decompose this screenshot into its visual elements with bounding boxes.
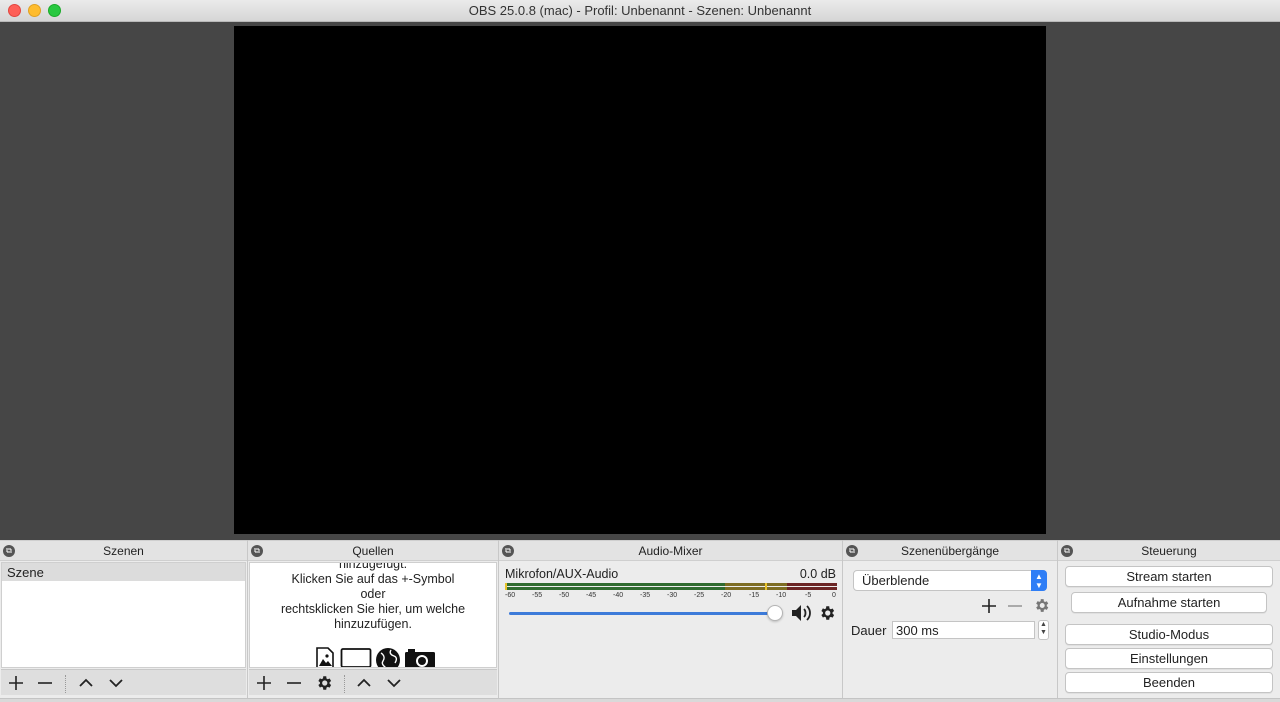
plus-icon (9, 676, 23, 690)
audio-channel-name: Mikrofon/AUX-Audio (505, 567, 619, 581)
add-source-button[interactable] (253, 673, 275, 695)
source-type-icons (310, 647, 440, 667)
gear-icon (1035, 599, 1048, 612)
image-source-icon (316, 647, 334, 667)
meter-tick-label: -15 (749, 592, 760, 599)
sources-dock-header: ⧉ Quellen (248, 540, 498, 561)
meter-tick-label: -20 (721, 592, 732, 599)
sources-dock: ⧉ Quellen hinzugefügt. Klicken Sie auf d… (248, 540, 499, 698)
title-bar: OBS 25.0.8 (mac) - Profil: Unbenannt - S… (0, 0, 1280, 22)
scene-transitions-dock-title: Szenenübergänge (900, 544, 1000, 558)
preview-area[interactable] (0, 22, 1280, 540)
hint-line: Klicken Sie auf das +-Symbol (291, 572, 455, 586)
scene-list-item[interactable]: Szene (2, 563, 245, 581)
meter-tick-label: -60 (505, 592, 516, 599)
meter-tick-label: -30 (667, 592, 678, 599)
transition-select[interactable]: Überblende ▲ ▼ (853, 570, 1047, 591)
audio-mixer-dock-title: Audio-Mixer (638, 544, 703, 558)
move-scene-down-button[interactable] (105, 673, 127, 695)
sources-list[interactable]: hinzugefügt. Klicken Sie auf das +-Symbo… (249, 562, 497, 668)
camera-source-icon (405, 649, 435, 667)
audio-channel-level: 0.0 dB (799, 567, 836, 581)
remove-source-button[interactable] (283, 673, 305, 695)
scenes-dock-title: Szenen (103, 544, 144, 558)
volume-slider-thumb[interactable] (767, 605, 783, 621)
browser-source-icon (376, 648, 400, 667)
meter-tick-label: -45 (586, 592, 597, 599)
exit-button[interactable]: Beenden (1065, 672, 1273, 693)
scenes-dock-header: ⧉ Szenen (0, 540, 247, 561)
remove-scene-button[interactable] (34, 673, 56, 695)
sources-empty-hint: hinzugefügt. Klicken Sie auf das +-Symbo… (250, 562, 496, 632)
duration-label: Dauer (851, 623, 887, 638)
chevron-up-icon (79, 678, 93, 687)
volume-meter-scale: -60 -55 -50 -45 -40 -35 -30 -25 -20 -15 … (505, 592, 837, 602)
speaker-icon[interactable] (790, 603, 814, 623)
start-streaming-button[interactable]: Stream starten (1065, 566, 1273, 587)
scene-transitions-dock-header: ⧉ Szenenübergänge (843, 540, 1057, 561)
duration-input[interactable]: 300 ms (892, 621, 1035, 639)
preview-canvas[interactable] (234, 26, 1046, 534)
hint-line: hinzugefügt. (338, 562, 408, 571)
add-transition-button[interactable] (979, 597, 999, 620)
meter-tick-label: -25 (694, 592, 705, 599)
scenes-toolbar (1, 669, 246, 695)
select-arrows-icon: ▲ ▼ (1031, 570, 1047, 591)
sources-dock-title: Quellen (352, 544, 394, 558)
toolbar-separator (65, 675, 66, 693)
controls-dock-header: ⧉ Steuerung (1058, 540, 1280, 561)
chevron-up-icon (357, 678, 371, 687)
minus-icon (287, 682, 301, 684)
scenes-list[interactable]: Szene (1, 562, 246, 668)
scene-transitions-dock: ⧉ Szenenübergänge Überblende ▲ ▼ Dauer 30… (843, 540, 1058, 698)
plus-icon (982, 599, 996, 613)
audio-mixer-dock: ⧉ Audio-Mixer Mikrofon/AUX-Audio 0.0 dB … (499, 540, 843, 698)
meter-tick-label: -10 (776, 592, 787, 599)
plus-icon (257, 676, 271, 690)
meter-tick-label: 0 (832, 592, 836, 599)
display-capture-icon (340, 648, 372, 667)
transition-properties-button[interactable] (1031, 597, 1051, 620)
meter-tick-label: -5 (805, 592, 812, 599)
hint-line: oder (360, 587, 386, 601)
window-title: OBS 25.0.8 (mac) - Profil: Unbenannt - S… (468, 3, 812, 18)
gear-icon (318, 676, 332, 690)
meter-tick-label: -55 (532, 592, 543, 599)
meter-tick-label: -35 (640, 592, 651, 599)
remove-transition-button[interactable] (1005, 597, 1025, 620)
add-scene-button[interactable] (5, 673, 27, 695)
duration-stepper[interactable]: ▲ ▼ (1038, 620, 1049, 640)
sources-toolbar (249, 669, 497, 695)
settings-button[interactable]: Einstellungen (1065, 648, 1273, 669)
chevron-down-icon (387, 679, 401, 688)
move-source-down-button[interactable] (383, 673, 405, 695)
start-recording-button[interactable]: Aufnahme starten (1071, 592, 1267, 613)
hint-line: hinzuzufügen. (334, 617, 412, 631)
volume-slider-track[interactable] (509, 612, 775, 615)
move-scene-up-button[interactable] (75, 673, 97, 695)
minus-icon (1008, 605, 1022, 607)
source-properties-button[interactable] (313, 673, 335, 695)
transition-select-value: Überblende (862, 573, 930, 588)
chevron-down-icon (109, 679, 123, 688)
gear-icon[interactable] (818, 604, 836, 622)
meter-tick-label: -50 (559, 592, 570, 599)
scenes-dock: ⧉ Szenen Szene (0, 540, 248, 698)
volume-meter (505, 583, 837, 590)
move-source-up-button[interactable] (353, 673, 375, 695)
hint-line: rechtsklicken Sie hier, um welche (280, 602, 466, 616)
audio-mixer-dock-header: ⧉ Audio-Mixer (499, 540, 842, 561)
meter-tick-label: -40 (613, 592, 624, 599)
studio-mode-button[interactable]: Studio-Modus (1065, 624, 1273, 645)
status-bar (0, 698, 1280, 702)
toolbar-separator (344, 675, 345, 693)
minus-icon (38, 682, 52, 684)
controls-dock-title: Steuerung (1141, 544, 1197, 558)
controls-dock: ⧉ Steuerung Stream starten Aufnahme star… (1058, 540, 1280, 698)
